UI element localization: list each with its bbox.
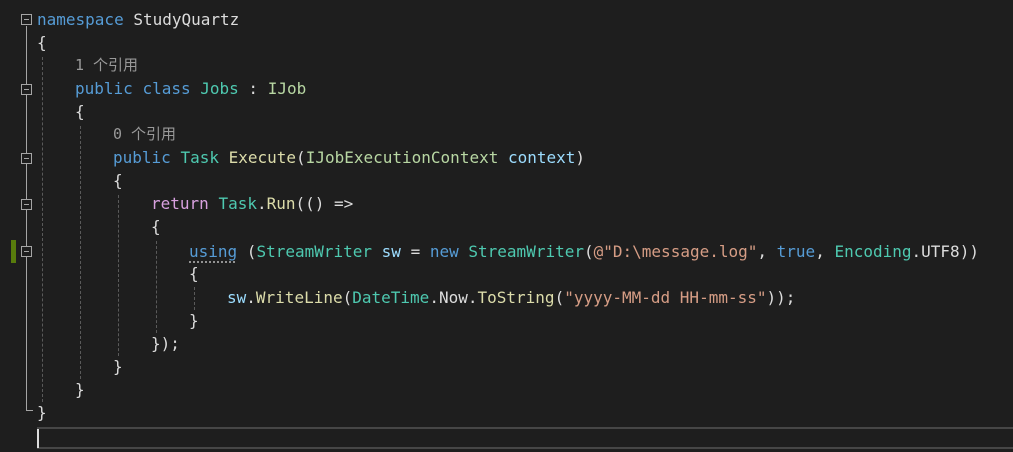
collapse-namespace-icon[interactable] xyxy=(21,14,32,25)
punctuation: . xyxy=(246,288,256,307)
punctuation: = xyxy=(400,242,430,261)
change-marker xyxy=(11,240,16,263)
string-literal: @"D:\message.log" xyxy=(593,242,758,261)
code-line-13: sw.WriteLine(DateTime.Now.ToString("yyyy… xyxy=(227,286,795,309)
brace: { xyxy=(189,264,199,283)
code-line-7: public Task Execute(IJobExecutionContext… xyxy=(113,146,585,169)
codelens-references[interactable]: 0 个引用 xyxy=(113,123,176,146)
keyword-public: public xyxy=(113,148,171,167)
text-caret xyxy=(37,429,39,448)
codelens-references[interactable]: 1 个引用 xyxy=(75,54,138,77)
code-line-1: namespace StudyQuartz xyxy=(37,8,239,31)
method-name: Run xyxy=(266,194,296,213)
type-name: Encoding xyxy=(834,242,912,261)
type-name: DateTime xyxy=(352,288,430,307)
punctuation: . xyxy=(256,194,267,213)
string-literal: "yyyy-MM-dd HH-mm-ss" xyxy=(564,288,767,307)
codelens-label[interactable]: 1 个引用 xyxy=(75,56,138,74)
code-line-12: { xyxy=(189,262,199,285)
punctuation: )) xyxy=(959,242,979,261)
brace: { xyxy=(37,33,47,52)
punctuation: )); xyxy=(766,288,796,307)
keyword-namespace: namespace xyxy=(37,10,124,29)
punctuation: . xyxy=(467,288,478,307)
code-line-8: { xyxy=(113,169,123,192)
code-line-5: { xyxy=(75,100,85,123)
punctuation: . xyxy=(429,288,439,307)
method-name: Execute xyxy=(228,148,297,167)
keyword-public: public xyxy=(75,79,133,98)
property-name: Now xyxy=(438,288,468,307)
parameter-type: IJobExecutionContext xyxy=(305,148,499,167)
indent-guide xyxy=(118,195,119,356)
keyword-class: class xyxy=(142,79,191,98)
indent-guide xyxy=(156,241,157,333)
punctuation: ) xyxy=(575,148,586,167)
brace: } xyxy=(75,380,85,399)
current-line-highlight[interactable] xyxy=(37,427,1013,449)
indent-guide xyxy=(42,57,43,402)
outline-end xyxy=(26,410,33,411)
collapse-class-icon[interactable] xyxy=(21,84,32,95)
parameter-name: context xyxy=(507,148,576,167)
brace: } xyxy=(189,311,199,330)
brace: } xyxy=(37,403,47,422)
code-editor[interactable]: namespace StudyQuartz { 1 个引用 public cla… xyxy=(0,0,1013,452)
punctuation: : xyxy=(238,79,268,98)
code-line-9: return Task.Run(() => xyxy=(151,192,353,215)
method-name: WriteLine xyxy=(255,288,343,307)
codelens-label[interactable]: 0 个引用 xyxy=(113,125,176,143)
brace: { xyxy=(151,217,161,236)
brace: { xyxy=(113,171,123,190)
interface-name: IJob xyxy=(267,79,307,98)
code-line-15: }); xyxy=(151,332,180,355)
method-name: ToString xyxy=(477,288,555,307)
code-line-16: } xyxy=(113,355,123,378)
punctuation: , xyxy=(815,242,835,261)
property-name: .UTF8 xyxy=(911,242,960,261)
punctuation: , xyxy=(757,242,777,261)
type-name: StreamWriter xyxy=(468,242,584,261)
code-line-14: } xyxy=(189,309,199,332)
collapse-using-icon[interactable] xyxy=(21,246,32,257)
namespace-name: StudyQuartz xyxy=(123,10,240,29)
code-line-17: } xyxy=(75,378,85,401)
punctuation: ( xyxy=(583,242,594,261)
variable-name: sw xyxy=(227,288,247,307)
lambda-arrow: (() => xyxy=(295,194,354,213)
type-name: Task xyxy=(218,194,257,213)
indent-guide xyxy=(194,287,195,310)
punctuation: ( xyxy=(237,242,257,261)
keyword-using[interactable]: using xyxy=(189,242,237,261)
code-line-2: { xyxy=(37,31,47,54)
collapse-lambda-icon[interactable] xyxy=(21,199,32,210)
class-name: Jobs xyxy=(200,79,239,98)
variable-name: sw xyxy=(372,242,401,261)
code-line-10: { xyxy=(151,215,161,238)
code-line-4: public class Jobs : IJob xyxy=(75,77,306,100)
brace: } xyxy=(113,357,123,376)
collapse-method-icon[interactable] xyxy=(21,153,32,164)
brace: { xyxy=(75,102,85,121)
punctuation: ( xyxy=(554,288,565,307)
keyword-return: return xyxy=(151,194,209,213)
brace: }); xyxy=(151,334,180,353)
type-name: StreamWriter xyxy=(256,242,373,261)
code-line-11: using (StreamWriter sw = new StreamWrite… xyxy=(189,240,979,263)
keyword-new: new xyxy=(429,242,459,261)
indent-guide xyxy=(80,126,81,379)
punctuation: ( xyxy=(342,288,353,307)
keyword-true: true xyxy=(776,242,816,261)
code-line-18: } xyxy=(37,401,47,424)
type-name: Task xyxy=(180,148,219,167)
punctuation: ( xyxy=(296,148,306,167)
